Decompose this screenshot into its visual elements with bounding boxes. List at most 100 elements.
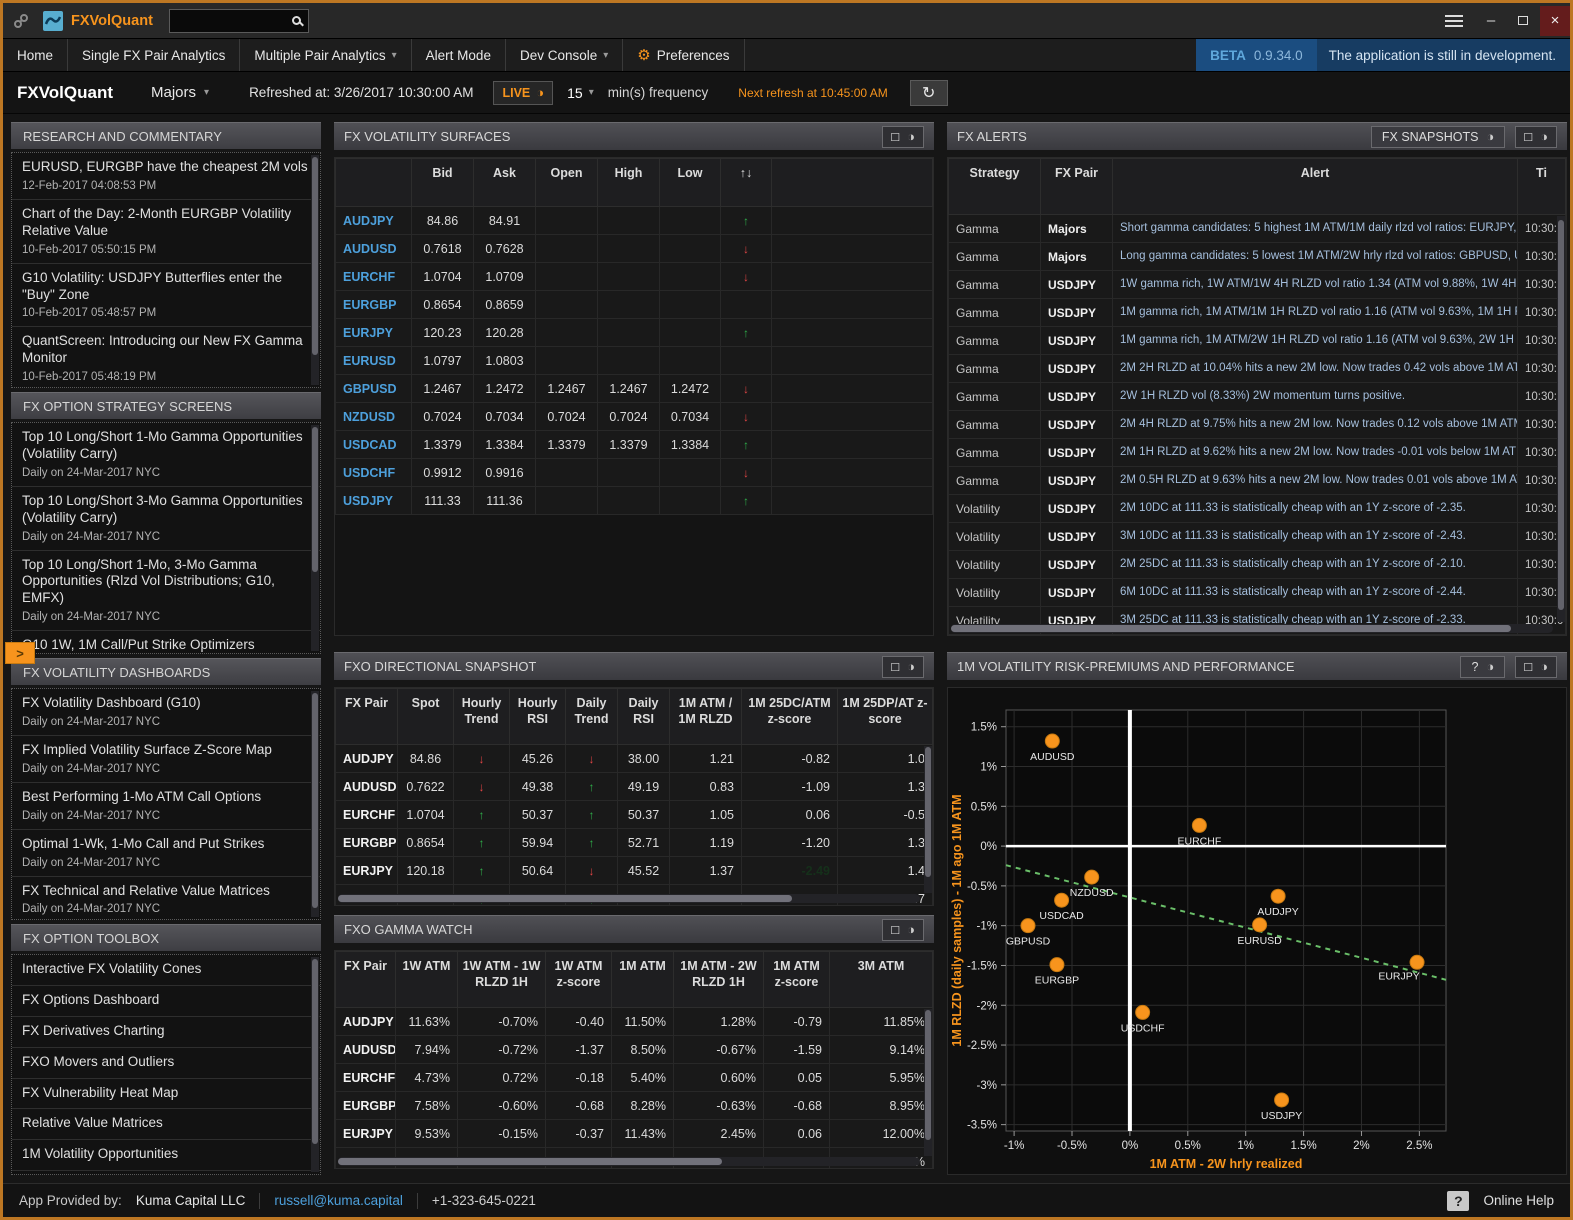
data-point[interactable] — [1050, 958, 1064, 972]
table-row[interactable]: GammaUSDJPY2W 1H RLZD vol (8.33%) 2W mom… — [949, 383, 1566, 411]
column-header[interactable]: 1M 25DC/ATM z-score — [742, 689, 838, 745]
vertical-scrollbar[interactable] — [1557, 216, 1565, 622]
column-header[interactable]: Open — [536, 159, 598, 207]
list-item[interactable]: G10 Volatility: USDJPY Butterflies enter… — [12, 264, 320, 328]
column-header[interactable]: FX Pair — [336, 689, 398, 745]
column-header[interactable]: 1W ATM z-score — [546, 952, 612, 1008]
panel-controls[interactable]: □ ◑ — [882, 126, 924, 148]
table-row[interactable]: VolatilityUSDJPY2M 10DC at 111.33 is sta… — [949, 495, 1566, 523]
column-header[interactable] — [336, 159, 412, 207]
table-row[interactable]: GammaMajorsShort gamma candidates: 5 hig… — [949, 215, 1566, 243]
panel-controls[interactable]: □ ◑ — [882, 919, 924, 941]
data-point[interactable] — [1021, 919, 1035, 933]
list-item[interactable]: Best Performing 1-Mo ATM Call OptionsDai… — [12, 783, 320, 830]
list-item[interactable]: FX Volatility Dashboard (G10)Daily on 24… — [12, 689, 320, 736]
list-item[interactable]: FXO Movers and Outliers — [12, 1048, 320, 1079]
search-input[interactable] — [169, 9, 309, 33]
live-toggle[interactable]: LIVE ◑ — [493, 81, 553, 105]
horizontal-scrollbar[interactable] — [338, 894, 920, 903]
table-row[interactable]: EURCHF1.07041.0709↓ — [336, 263, 933, 291]
menu-item-home[interactable]: Home — [3, 39, 68, 71]
menu-item-multiple-pair-analytics[interactable]: Multiple Pair Analytics▾ — [240, 39, 411, 71]
vertical-scrollbar[interactable] — [311, 957, 319, 1172]
menu-item-single-fx-pair-analytics[interactable]: Single FX Pair Analytics — [68, 39, 240, 71]
column-header[interactable]: Alert — [1113, 159, 1518, 215]
table-row[interactable]: USDCHF0.99120.9916↓ — [336, 459, 933, 487]
table-row[interactable]: GBPUSD1.24671.24721.24671.24671.2472↓ — [336, 375, 933, 403]
column-header[interactable]: Ask — [474, 159, 536, 207]
list-item[interactable]: Top 10 Long/Short 3-Mo Gamma Opportuniti… — [12, 487, 320, 551]
table-row[interactable]: VolatilityUSDJPY6M 10DC at 111.33 is sta… — [949, 579, 1566, 607]
online-help-link[interactable]: Online Help — [1483, 1193, 1554, 1208]
list-item[interactable]: 1M Volatility Opportunities — [12, 1140, 320, 1171]
list-item[interactable]: FX Derivatives Charting — [12, 1017, 320, 1048]
list-item[interactable]: FX Implied Volatility Surface Z-Score Ma… — [12, 736, 320, 783]
column-header[interactable]: Ti — [1518, 159, 1566, 215]
column-header[interactable]: Daily RSI — [618, 689, 670, 745]
table-row[interactable]: AUDJPY84.8684.91↑ — [336, 207, 933, 235]
maximize-button[interactable] — [1508, 6, 1538, 36]
list-item[interactable]: Chart of the Day: 2-Month EURGBP Volatil… — [12, 200, 320, 264]
frequency-dropdown[interactable]: 15 ▾ — [567, 85, 594, 101]
column-header[interactable]: 1M ATM / 1M RLZD — [670, 689, 742, 745]
table-row[interactable]: EURCHF1.0704↑50.37↑50.371.050.06-0.5 — [336, 801, 933, 829]
table-row[interactable]: AUDJPY11.63%-0.70%-0.4011.50%1.28%-0.791… — [336, 1008, 933, 1036]
column-header[interactable]: Spot — [398, 689, 454, 745]
column-header[interactable]: Low — [660, 159, 721, 207]
vertical-scrollbar[interactable] — [924, 1009, 932, 1156]
vertical-scrollbar[interactable] — [311, 691, 319, 917]
table-row[interactable]: AUDJPY84.86↓45.26↓38.001.21-0.821.0 — [336, 745, 933, 773]
column-header[interactable]: ↑↓ — [721, 159, 772, 207]
fx-pair-link[interactable]: AUDUSD — [336, 235, 412, 263]
table-row[interactable]: AUDUSD0.76180.7628↓ — [336, 235, 933, 263]
data-point[interactable] — [1192, 818, 1206, 832]
list-item[interactable]: Top 10 Long/Short 1-Mo Gamma Opportuniti… — [12, 423, 320, 487]
horizontal-scrollbar[interactable] — [338, 1157, 920, 1166]
table-row[interactable]: NZDUSD0.70240.70340.70240.70240.7034↓ — [336, 403, 933, 431]
search-icon[interactable] — [292, 16, 301, 25]
column-header[interactable]: Hourly Trend — [454, 689, 510, 745]
data-point[interactable] — [1410, 955, 1424, 969]
column-header[interactable]: Bid — [412, 159, 474, 207]
column-header[interactable]: FX Pair — [1041, 159, 1113, 215]
table-row[interactable]: EURJPY120.18↑50.64↓45.521.37-2.491.4 — [336, 857, 933, 885]
fx-pair-link[interactable]: GBPUSD — [336, 375, 412, 403]
table-row[interactable]: EURGBP0.8654↑59.94↑52.711.19-1.201.3 — [336, 829, 933, 857]
column-header[interactable]: 3M ATM — [830, 952, 933, 1008]
list-item[interactable]: FX Vulnerability Heat Map — [12, 1079, 320, 1110]
panel-controls[interactable]: □ ◑ — [1515, 656, 1557, 678]
minimize-button[interactable]: – — [1476, 6, 1506, 36]
list-item[interactable]: EURUSD, EURGBP have the cheapest 2M vols… — [12, 153, 320, 200]
column-header[interactable]: 1M ATM - 2W RLZD 1H — [674, 952, 764, 1008]
fx-snapshots-button[interactable]: FX SNAPSHOTS ◑ — [1371, 126, 1505, 148]
data-point[interactable] — [1085, 870, 1099, 884]
table-row[interactable]: EURUSD1.07971.0803 — [336, 347, 933, 375]
data-point[interactable] — [1045, 734, 1059, 748]
table-row[interactable]: GammaUSDJPY1M gamma rich, 1M ATM/1M 1H R… — [949, 299, 1566, 327]
table-row[interactable]: GammaUSDJPY1W gamma rich, 1W ATM/1W 4H R… — [949, 271, 1566, 299]
fx-pair-link[interactable]: NZDUSD — [336, 403, 412, 431]
close-button[interactable]: × — [1540, 6, 1570, 36]
data-point[interactable] — [1253, 918, 1267, 932]
universe-dropdown[interactable]: Majors ▾ — [151, 84, 209, 101]
table-row[interactable]: GammaMajorsLong gamma candidates: 5 lowe… — [949, 243, 1566, 271]
table-row[interactable]: VolatilityUSDJPY2M 25DC at 111.33 is sta… — [949, 551, 1566, 579]
column-header[interactable]: 1W ATM — [396, 952, 458, 1008]
risk-premium-chart[interactable]: 1.5%1%0.5%0%-0.5%-1%-1.5%-2%-2.5%-3%-3.5… — [948, 688, 1564, 1172]
data-point[interactable] — [1271, 889, 1285, 903]
table-row[interactable]: EURGBP0.86540.8659 — [336, 291, 933, 319]
menu-item-preferences[interactable]: ⚙Preferences — [623, 39, 744, 71]
sidebar-expand-button[interactable]: > — [5, 642, 35, 664]
column-header[interactable]: 1M ATM — [612, 952, 674, 1008]
list-item[interactable]: QuantScreen: Introducing our New FX Gamm… — [12, 327, 320, 388]
table-row[interactable]: GammaUSDJPY2M 1H RLZD at 9.62% hits a ne… — [949, 439, 1566, 467]
fx-pair-link[interactable]: EURGBP — [336, 291, 412, 319]
table-row[interactable]: GammaUSDJPY2M 0.5H RLZD at 9.63% hits a … — [949, 467, 1566, 495]
column-header[interactable]: 1W ATM - 1W RLZD 1H — [458, 952, 546, 1008]
table-row[interactable]: AUDUSD7.94%-0.72%-1.378.50%-0.67%-1.599.… — [336, 1036, 933, 1064]
table-row[interactable]: EURGBP7.58%-0.60%-0.688.28%-0.63%-0.688.… — [336, 1092, 933, 1120]
link-icon[interactable] — [13, 13, 29, 29]
menu-item-dev-console[interactable]: Dev Console▾ — [506, 39, 623, 71]
horizontal-scrollbar[interactable] — [951, 624, 1553, 633]
table-row[interactable]: GammaUSDJPY2M 4H RLZD at 9.75% hits a ne… — [949, 411, 1566, 439]
